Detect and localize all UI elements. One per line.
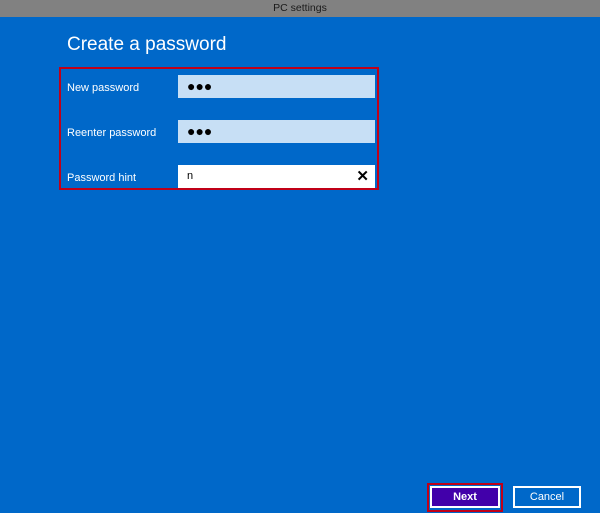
next-button[interactable]: Next: [430, 486, 500, 508]
reenter-password-label: Reenter password: [67, 127, 157, 139]
password-hint-input[interactable]: n ✕: [178, 165, 375, 188]
clear-icon[interactable]: ✕: [356, 165, 369, 188]
reenter-password-value: ●●●: [187, 123, 213, 139]
password-hint-label: Password hint: [67, 172, 137, 184]
cancel-button[interactable]: Cancel: [513, 486, 581, 508]
new-password-input[interactable]: ●●●: [178, 75, 375, 98]
new-password-label: New password: [67, 82, 140, 94]
password-hint-value: n: [187, 170, 194, 182]
window-title: PC settings: [0, 0, 600, 17]
page-title: Create a password: [67, 34, 227, 55]
reenter-password-input[interactable]: ●●●: [178, 120, 375, 143]
new-password-value: ●●●: [187, 78, 213, 94]
